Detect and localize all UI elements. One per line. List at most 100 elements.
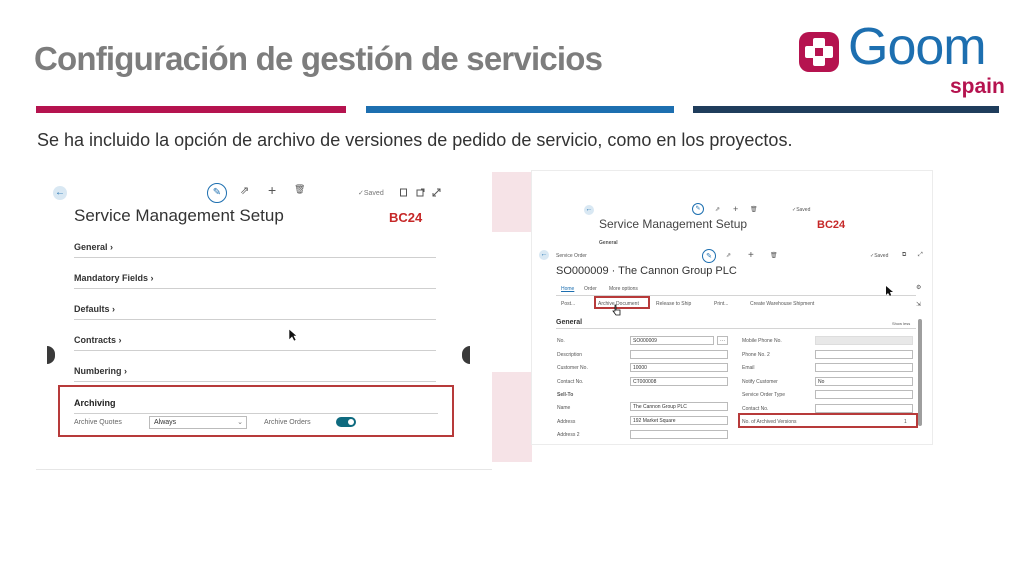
page-title: Service Management Setup [74,206,284,225]
field-label: Phone No. 2 [742,352,770,358]
create-warehouse-shipment-action[interactable]: Create Warehouse Shipment [750,301,814,307]
field-address-2[interactable] [630,430,728,439]
section-mandatory-fields[interactable]: Mandatory Fields › [74,273,436,289]
version-badge: BC24 [389,210,423,225]
goom-logo-icon [799,32,839,72]
field-description[interactable] [630,350,728,359]
setup-add-icon[interactable]: + [733,204,738,214]
back-arrow-icon[interactable]: ← [539,250,549,260]
setup-version-badge: BC24 [817,219,846,231]
archive-quotes-value: Always [154,419,177,426]
add-icon[interactable]: + [748,250,754,261]
share-icon[interactable]: ⇗ [240,184,249,197]
field-label: Mobile Phone No. [742,338,782,344]
general-heading[interactable]: General [556,319,582,326]
open-new-window-icon[interactable] [416,188,425,197]
section-archiving[interactable]: Archiving [74,398,438,414]
setup-general-section: General [599,240,618,246]
setup-page-title: Service Management Setup [599,217,748,231]
service-order-screenshot: ← ✎ ⇗ + 🗑 ✓Saved Service Management Setu… [531,170,933,445]
field-no[interactable]: SO000009 [630,336,714,345]
tab-order[interactable]: Order [584,286,597,292]
open-new-window-icon[interactable]: ⧉ [902,252,906,259]
field-customer-no[interactable]: 10000 [630,363,728,372]
field-label: Customer No. [557,365,588,371]
field-label: Contact No. [742,406,769,412]
share-icon[interactable]: ⇗ [726,252,731,259]
edit-icon[interactable]: ✎ [207,183,227,203]
mouse-cursor-icon [288,328,298,342]
divider-bar-magenta [36,106,346,113]
saved-status: ✓Saved [870,253,889,259]
field-label: No. of Archived Versions [742,419,797,425]
field-label: Description [557,352,583,358]
saved-status: ✓Saved [358,190,384,197]
bookmark-icon[interactable] [399,188,408,197]
field-label: Address 2 [557,432,580,438]
background-shape-low [490,372,532,462]
divider-bar-navy [693,106,999,113]
field-name[interactable]: The Cannon Group PLC [630,402,728,411]
section-general[interactable]: General › [74,242,436,258]
field-archived-versions[interactable]: 1 [904,419,907,425]
field-contact-no[interactable]: CT000008 [630,377,728,386]
delete-icon[interactable]: 🗑 [294,184,305,195]
section-defaults[interactable]: Defaults › [74,304,436,320]
slide: Configuración de gestión de servicios Go… [0,0,1024,572]
lookup-button[interactable]: ··· [717,336,728,345]
field-phone-no-2[interactable] [815,350,913,359]
field-label: Email [742,365,755,371]
show-less-link[interactable]: Show less [892,321,910,326]
chevron-down-icon: ⌄ [237,419,243,426]
settings-icon[interactable]: ⚙ [916,284,921,291]
scrollbar[interactable] [918,319,922,426]
slide-subtitle: Se ha incluido la opción de archivo de v… [37,130,793,150]
archive-quotes-label: Archive Quotes [74,419,122,426]
field-address[interactable]: 192 Market Square [630,416,728,425]
mouse-cursor-icon [886,286,893,296]
field-label: Address [557,419,576,425]
field-mobile-phone[interactable] [815,336,913,345]
field-email[interactable] [815,363,913,372]
field-service-order-type[interactable] [815,390,913,399]
setup-edit-icon[interactable]: ✎ [692,203,704,215]
field-contact-no-right[interactable] [815,404,913,413]
release-to-ship-action[interactable]: Release to Ship [656,301,691,307]
field-notify-customer[interactable]: No [815,377,913,386]
service-setup-screenshot: ← ✎ ⇗ + 🗑 ✓Saved Service Management Setu… [36,170,492,470]
section-contracts[interactable]: Contracts › [74,335,436,351]
section-numbering[interactable]: Numbering › [74,366,436,382]
add-icon[interactable]: + [268,182,276,198]
tab-more-options[interactable]: More options [609,286,638,292]
archive-orders-toggle[interactable] [336,417,356,427]
hand-cursor-icon [612,304,621,316]
setup-share-icon[interactable]: ⇗ [715,206,720,213]
record-title: SO000009 · The Cannon Group PLC [556,265,737,277]
post-action[interactable]: Post... [561,301,575,307]
breadcrumb: Service Order [556,253,587,259]
setup-delete-icon[interactable]: 🗑 [750,206,758,213]
archive-orders-label: Archive Orders [264,419,311,426]
setup-saved-status: ✓Saved [792,207,811,213]
archive-quotes-select[interactable]: Always ⌄ [149,416,247,429]
expand-icon[interactable]: ⤢ [918,252,923,259]
divider-bar-blue [366,106,674,113]
tab-home[interactable]: Home [561,286,574,292]
pin-icon[interactable]: ⇲ [916,301,921,308]
background-shape-right [490,172,532,232]
logo-wordmark: Goom [848,18,987,76]
delete-icon[interactable]: 🗑 [770,252,778,259]
print-action[interactable]: Print... [714,301,728,307]
back-arrow-icon[interactable]: ← [53,186,67,200]
edit-icon[interactable]: ✎ [702,249,716,263]
field-label: Service Order Type [742,392,785,398]
field-label: Notify Customer [742,379,778,385]
logo-region: spain [950,75,1005,98]
slide-title: Configuración de gestión de servicios [34,40,603,77]
nav-right-handle[interactable] [462,346,470,364]
field-label: Name [557,405,571,411]
setup-back-icon[interactable]: ← [584,205,594,215]
general-divider [556,328,916,329]
field-label: Contact No. [557,379,584,385]
expand-icon[interactable] [432,188,441,197]
